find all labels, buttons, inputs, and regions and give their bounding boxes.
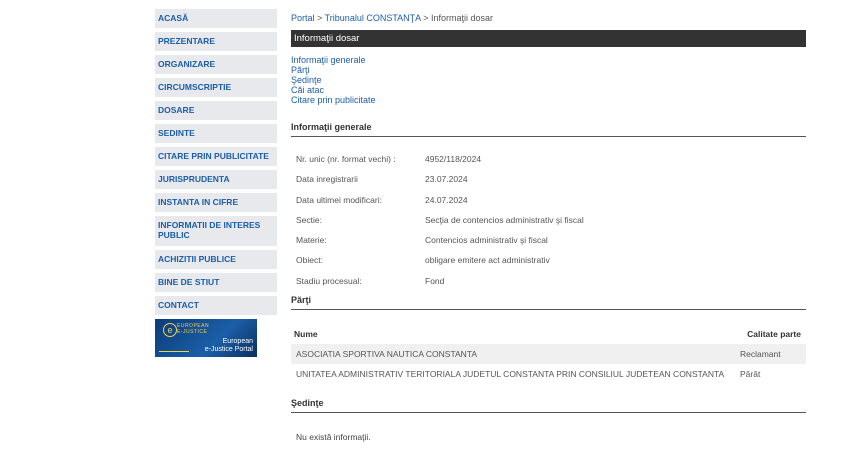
parties-heading: Părţi: [291, 295, 806, 311]
party-quality: Reclamant: [740, 349, 781, 360]
party-quality: Pârât: [740, 369, 761, 380]
nav-organizare[interactable]: ORGANIZARE: [155, 55, 277, 74]
nav-achizitii-publice[interactable]: ACHIZITII PUBLICE: [155, 250, 277, 269]
parties-table-header: Nume Calitate parte: [291, 329, 806, 341]
info-label: Stadiu procesual:: [296, 275, 362, 286]
breadcrumb-separator: >: [317, 13, 323, 23]
info-value: Contencios administrativ şi fiscal: [425, 235, 548, 246]
nav-informatii-de-interes-public[interactable]: INFORMATII DE INTERES PUBLIC: [155, 216, 277, 246]
party-name: UNITATEA ADMINISTRATIV TERITORIALA JUDET…: [296, 369, 725, 380]
breadcrumb-current: Informaţii dosar: [430, 13, 493, 23]
nav-acasa[interactable]: ACASĂ: [155, 9, 277, 28]
column-header-quality: Calitate parte: [747, 329, 801, 340]
nav-sedinte[interactable]: SEDINTE: [155, 124, 277, 143]
link-informatii-generale[interactable]: Informaţii generale: [291, 55, 806, 65]
hearings-heading: Şedinţe: [291, 398, 806, 414]
nav-dosare[interactable]: DOSARE: [155, 101, 277, 120]
nav-circumscriptie[interactable]: CIRCUMSCRIPTIE: [155, 78, 277, 97]
nav-bine-de-stiut[interactable]: BINE DE STIUT: [155, 273, 277, 292]
breadcrumb: Portal > Tribunalul CONSTANŢA > Informaţ…: [291, 9, 806, 27]
info-label: Materie:: [296, 235, 327, 246]
info-label: Nr. unic (nr. format vechi) :: [296, 154, 396, 164]
table-row: ASOCIATIA SPORTIVA NAUTICA CONSTANTA Rec…: [291, 344, 806, 365]
ejustice-banner-top: EUROPEAN E-JUSTICE: [177, 323, 210, 335]
info-row-object: Obiect: obligare emitere act administrat…: [291, 250, 806, 270]
page-title: Informaţii dosar: [291, 30, 806, 47]
info-label: Sectie:: [296, 214, 322, 225]
info-value: 4952/118/2024: [425, 154, 482, 164]
nav-prezentare[interactable]: PREZENTARE: [155, 32, 277, 51]
info-row-section: Sectie: Secţia de contencios administrat…: [291, 210, 806, 230]
link-citare-prin-publicitate[interactable]: Citare prin publicitate: [291, 95, 806, 105]
breadcrumb-portal[interactable]: Portal: [291, 13, 315, 23]
sidebar-nav: ACASĂ PREZENTARE ORGANIZARE CIRCUMSCRIPT…: [155, 9, 277, 357]
scales-icon: [159, 343, 189, 352]
link-cai-atac[interactable]: Căi atac: [291, 85, 806, 95]
link-sedinte[interactable]: Şedinţe: [291, 75, 806, 85]
info-label: Obiect:: [296, 255, 323, 266]
ejustice-logo-icon: e: [163, 323, 177, 337]
info-row-matter: Materie: Contencios administrativ şi fis…: [291, 230, 806, 250]
nav-contact[interactable]: CONTACT: [155, 296, 277, 315]
party-name: ASOCIATIA SPORTIVA NAUTICA CONSTANTA: [296, 349, 478, 360]
info-value: 23.07.2024: [425, 174, 468, 185]
ejustice-portal-banner[interactable]: e EUROPEAN E-JUSTICE European e-Justice …: [155, 319, 257, 357]
info-value: Secţia de contencios administrativ şi fi…: [425, 214, 584, 225]
info-row-last-modified: Data ultimei modificari: 24.07.2024: [291, 190, 806, 210]
column-header-name: Nume: [294, 329, 318, 340]
table-row: UNITATEA ADMINISTRATIV TERITORIALA JUDET…: [291, 364, 806, 384]
main-content: Portal > Tribunalul CONSTANŢA > Informaţ…: [291, 9, 806, 442]
ejustice-banner-label: European e-Justice Portal: [204, 338, 253, 353]
breadcrumb-separator: >: [423, 13, 429, 23]
breadcrumb-court[interactable]: Tribunalul CONSTANŢA: [325, 13, 421, 23]
info-value: Fond: [425, 275, 445, 286]
general-info-table: Nr. unic (nr. format vechi) : 4952/118/2…: [291, 149, 806, 291]
info-row-case-number: Nr. unic (nr. format vechi) : 4952/118/2…: [291, 149, 806, 169]
nav-citare-prin-publicitate[interactable]: CITARE PRIN PUBLICITATE: [155, 147, 277, 166]
info-row-procedural-stage: Stadiu procesual: Fond: [291, 271, 806, 291]
section-links: Informaţii generale Părţi Şedinţe Căi at…: [291, 55, 806, 105]
info-value: obligare emitere act administrativ: [425, 255, 550, 266]
nav-jurisprudenta[interactable]: JURISPRUDENTA: [155, 170, 277, 189]
nav-instanta-in-cifre[interactable]: INSTANTA IN CIFRE: [155, 193, 277, 212]
info-label: Data inregistrarii: [296, 174, 358, 185]
link-parti[interactable]: Părţi: [291, 65, 806, 75]
hearings-empty-message: Nu există informaţii.: [296, 432, 371, 443]
info-label: Data ultimei modificari:: [296, 194, 382, 205]
info-row-registration-date: Data inregistrarii 23.07.2024: [291, 169, 806, 189]
info-value: 24.07.2024: [425, 194, 468, 205]
general-info-heading: Informaţii generale: [291, 122, 806, 137]
